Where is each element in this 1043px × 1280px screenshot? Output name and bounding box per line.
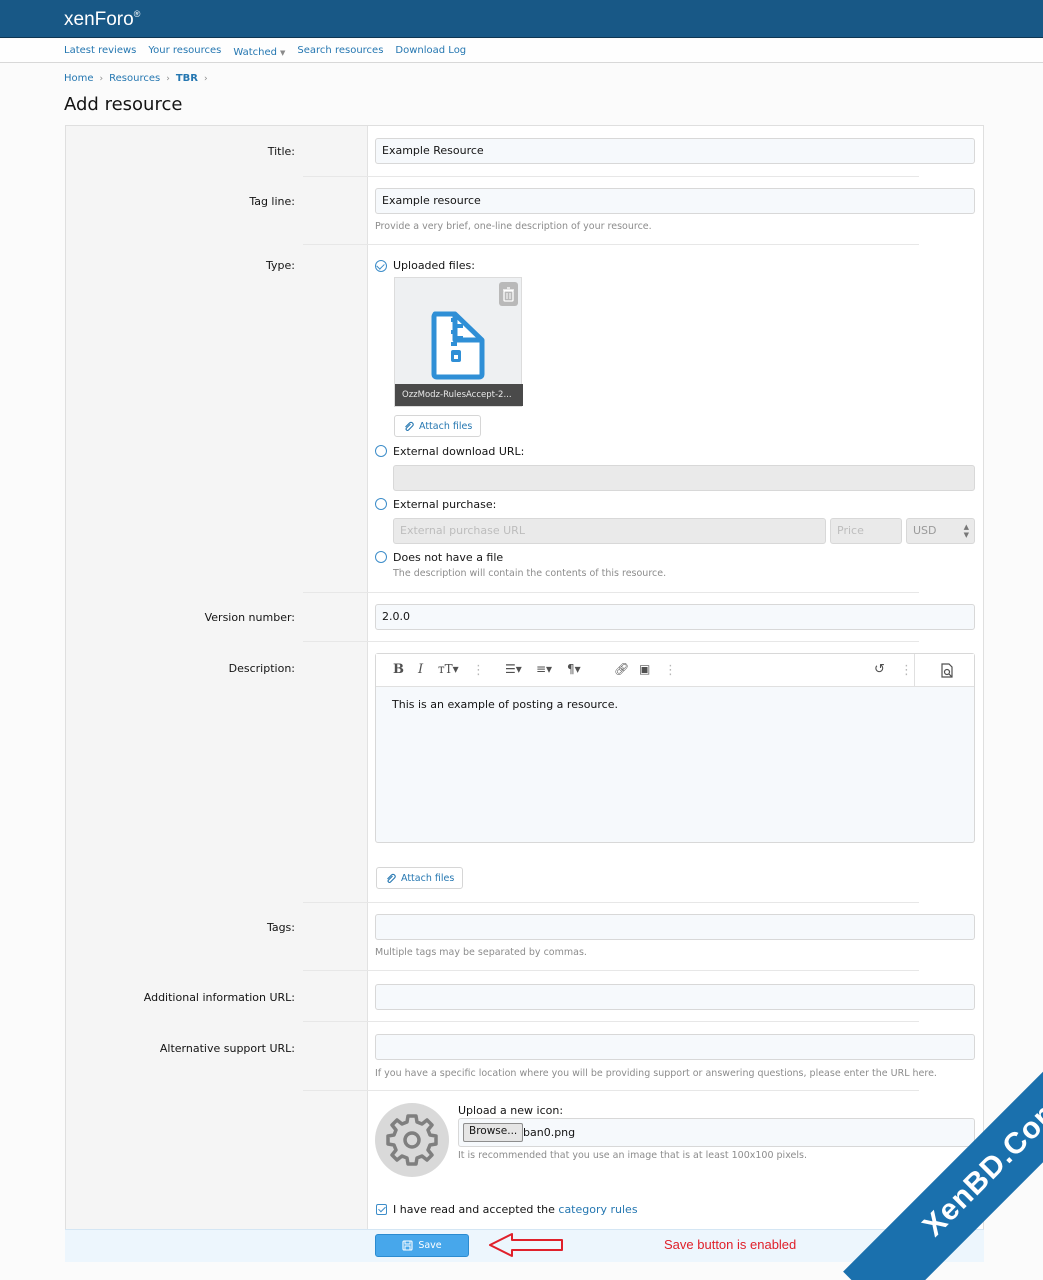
subnav-latest-reviews[interactable]: Latest reviews: [64, 45, 136, 58]
breadcrumb-resources[interactable]: Resources: [109, 73, 160, 84]
type-uploaded-radio[interactable]: [375, 260, 387, 272]
resource-icon-avatar: [375, 1103, 449, 1177]
divider: [303, 176, 919, 177]
image-icon[interactable]: ▣: [639, 662, 650, 676]
attachment-filename: OzzModz-RulesAccept-2...: [395, 384, 523, 406]
paperclip-icon: [405, 421, 414, 431]
preview-icon: [941, 663, 953, 678]
breadcrumb-home[interactable]: Home: [64, 73, 94, 84]
text-size-icon[interactable]: ᴛT▾: [438, 662, 459, 676]
divider: [303, 902, 919, 903]
type-external-purchase-label[interactable]: External purchase:: [393, 498, 496, 511]
support-url-label: Alternative support URL:: [159, 1042, 295, 1055]
type-external-url-radio[interactable]: [375, 445, 387, 457]
accept-rules-checkbox[interactable]: [376, 1204, 387, 1215]
selected-file-name: ban0.png: [523, 1126, 576, 1139]
xenforo-logo[interactable]: xenForo®: [64, 9, 140, 31]
subnav-your-resources[interactable]: Your resources: [148, 45, 221, 58]
type-external-url-label[interactable]: External download URL:: [393, 445, 524, 458]
align-icon[interactable]: ≡▾: [536, 662, 552, 676]
description-attach-files-button[interactable]: Attach files: [376, 867, 464, 889]
subnav-watched[interactable]: Watched ▼: [233, 45, 285, 58]
annotation-text: Save button is enabled: [664, 1237, 797, 1252]
page-title: Add resource: [64, 94, 183, 115]
description-editor[interactable]: B I ᴛT▾ ⋮ ☰▾ ≡▾ ¶▾ 🔗︎ ▣ ⋮ ↺ ⋮ This is an…: [375, 653, 975, 843]
info-url-input[interactable]: [375, 984, 975, 1010]
tags-input[interactable]: [375, 914, 975, 940]
tags-hint: Multiple tags may be separated by commas…: [375, 947, 587, 958]
type-no-file-radio[interactable]: [375, 551, 387, 563]
category-rules-link[interactable]: category rules: [558, 1203, 637, 1216]
breadcrumb-tbr[interactable]: TBR: [176, 73, 198, 84]
type-label: Type:: [266, 259, 295, 272]
watermark-ribbon: XenBD.Com: [783, 1020, 1043, 1280]
info-url-label: Additional information URL:: [143, 991, 295, 1004]
chevron-right-icon: ›: [166, 73, 170, 84]
currency-select[interactable]: USD ▲ ▼: [906, 518, 975, 544]
more-options-icon[interactable]: ⋮: [664, 663, 677, 678]
external-url-input[interactable]: [393, 465, 975, 491]
paperclip-icon: [387, 873, 396, 883]
link-icon[interactable]: 🔗︎: [614, 662, 629, 676]
bold-icon[interactable]: B: [393, 662, 404, 677]
version-label: Version number:: [204, 611, 295, 624]
tagline-input[interactable]: Example resource: [375, 188, 975, 214]
delete-attachment-button[interactable]: [499, 282, 518, 306]
no-file-hint: The description will contain the content…: [393, 568, 667, 579]
price-input[interactable]: Price: [830, 518, 902, 544]
site-header: xenForo®: [0, 0, 1043, 38]
chevron-right-icon: ›: [99, 73, 104, 84]
editor-content[interactable]: This is an example of posting a resource…: [392, 698, 618, 711]
undo-icon[interactable]: ↺: [874, 662, 885, 677]
more-options-icon[interactable]: ⋮: [900, 663, 913, 678]
editor-toolbar: B I ᴛT▾ ⋮ ☰▾ ≡▾ ¶▾ 🔗︎ ▣ ⋮ ↺ ⋮: [376, 654, 974, 687]
subnav-download-log[interactable]: Download Log: [395, 45, 466, 58]
chevron-right-icon: ›: [203, 73, 208, 84]
select-arrows-icon: ▲ ▼: [963, 523, 969, 539]
title-input[interactable]: Example Resource: [375, 138, 975, 164]
italic-icon[interactable]: I: [418, 662, 423, 677]
version-input[interactable]: 2.0.0: [375, 604, 975, 630]
tagline-hint: Provide a very brief, one-line descripti…: [375, 221, 652, 232]
list-icon[interactable]: ☰▾: [505, 662, 522, 676]
title-label: Title:: [267, 145, 295, 158]
type-uploaded-label[interactable]: Uploaded files:: [393, 259, 475, 272]
browse-button[interactable]: Browse...: [463, 1123, 524, 1142]
attach-files-button[interactable]: Attach files: [394, 415, 482, 437]
external-purchase-url-input[interactable]: External purchase URL: [393, 518, 826, 544]
tagline-label: Tag line:: [249, 195, 295, 208]
divider: [303, 244, 919, 245]
description-label: Description:: [228, 662, 295, 675]
sub-navigation: Latest reviews Your resources Watched ▼ S…: [0, 39, 1043, 63]
type-external-purchase-radio[interactable]: [375, 498, 387, 510]
type-no-file-label[interactable]: Does not have a file: [393, 551, 503, 564]
preview-button[interactable]: [914, 654, 974, 687]
divider: [303, 970, 919, 971]
breadcrumb: Home › Resources › TBR ›: [64, 73, 208, 84]
tags-label: Tags:: [266, 921, 295, 934]
save-button[interactable]: Save: [375, 1234, 469, 1257]
gear-icon: [386, 1114, 438, 1166]
upload-icon-label: Upload a new icon:: [458, 1104, 564, 1117]
divider: [303, 592, 919, 593]
divider: [303, 641, 919, 642]
save-icon: [402, 1240, 413, 1251]
icon-hint: It is recommended that you use an image …: [458, 1150, 807, 1161]
label-column: [66, 126, 368, 1230]
chevron-down-icon: ▼: [280, 49, 286, 57]
subnav-search-resources[interactable]: Search resources: [297, 45, 383, 58]
accept-rules-label[interactable]: I have read and accepted the category ru…: [393, 1203, 638, 1216]
attachment-thumbnail[interactable]: OzzModz-RulesAccept-2...: [394, 277, 523, 407]
paragraph-icon[interactable]: ¶▾: [567, 662, 581, 676]
more-options-icon[interactable]: ⋮: [472, 663, 485, 678]
trash-icon: [503, 287, 514, 302]
watermark-text: XenBD.Com: [916, 1090, 1043, 1243]
annotation-arrow-icon: [489, 1233, 563, 1257]
